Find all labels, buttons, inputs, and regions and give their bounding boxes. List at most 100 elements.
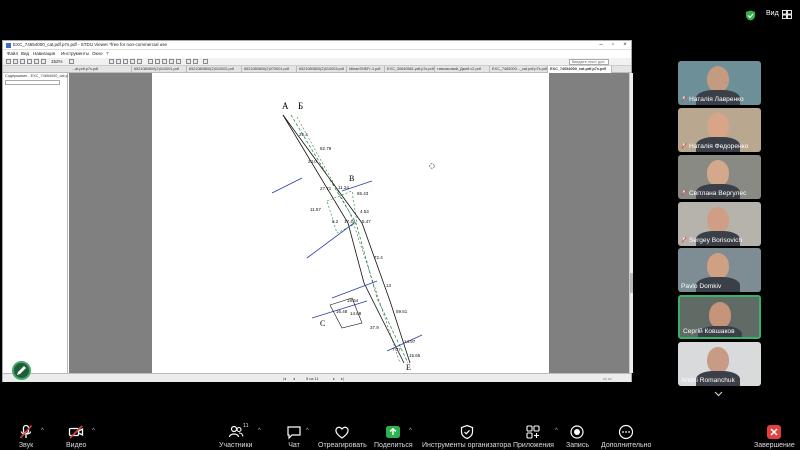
- doc-tab-active[interactable]: EXC_74654000_cat.pdf.p7s.pdf: [548, 66, 612, 73]
- heart-icon: [335, 426, 350, 439]
- dimension-label: 18.54: [347, 298, 359, 303]
- menu-item[interactable]: Инструменты: [61, 51, 89, 56]
- zoom-out-icon[interactable]: [41, 59, 46, 64]
- participants-options-caret[interactable]: ^: [258, 428, 261, 434]
- annotation-tool-button[interactable]: [12, 361, 31, 380]
- last-page-button[interactable]: ▸|: [341, 376, 344, 381]
- search-input[interactable]: Введите текст для поиска: [569, 59, 609, 69]
- doc-tab[interactable]: EXC_7465000..._cat.pdf.p7s.pdf: [490, 66, 548, 73]
- participant-tile[interactable]: Сергій Ковшаков: [678, 295, 761, 339]
- end-meeting-button[interactable]: Завершение: [754, 418, 795, 449]
- participant-tile[interactable]: Наталія Федоренко: [678, 108, 761, 152]
- participant-name: Sergey Borisovich: [681, 237, 742, 244]
- doc-tab[interactable]: MleanSHEFr-1.pdf: [347, 66, 385, 73]
- meeting-window: Вид EXC_74654000_cat.pdf.p7s.pdf - STDU …: [0, 0, 800, 450]
- react-button[interactable]: Отреагировать: [318, 418, 367, 449]
- sidebar-title: Содержание - EXC_74654000_cat.p: [5, 74, 68, 78]
- view-label[interactable]: Вид: [766, 10, 779, 17]
- document-tabs: ...at.pdf.p7s.pdf 6521080800(2)010001.pd…: [3, 66, 631, 73]
- dimension-label: 59.51: [396, 309, 408, 314]
- bookmark-icon[interactable]: [169, 59, 174, 64]
- share-screen-button[interactable]: Поделиться: [374, 418, 413, 449]
- drawing-label: Е: [406, 363, 411, 372]
- select-icon[interactable]: [27, 59, 32, 64]
- share-options-caret[interactable]: ^: [409, 428, 412, 434]
- sidebar-filter-input[interactable]: [5, 80, 60, 85]
- participant-tile[interactable]: Andrii Romanchuk: [678, 342, 761, 386]
- video-button[interactable]: Видео: [66, 418, 86, 449]
- menu-item[interactable]: Вид: [21, 51, 29, 56]
- doc-tab[interactable]: тимчасовий_Джей с2.pdf: [435, 66, 490, 73]
- highlight-icon[interactable]: [186, 59, 191, 64]
- doc-tab[interactable]: 6521080800(2)010001.pdf: [132, 66, 187, 73]
- rotate-icon[interactable]: [137, 59, 142, 64]
- doc-tab[interactable]: ...at.pdf.p7s.pdf: [70, 66, 132, 73]
- zoom-controls[interactable]: ▭ ▭: [603, 376, 612, 381]
- last-page-icon[interactable]: [130, 59, 135, 64]
- dimension-label: 4.53: [360, 209, 369, 214]
- chat-button[interactable]: Чат: [286, 418, 302, 449]
- first-page-button[interactable]: |◂: [283, 376, 286, 381]
- mic-muted-icon: [681, 190, 687, 196]
- menu-item[interactable]: Файл: [7, 51, 18, 56]
- open-icon[interactable]: [6, 59, 11, 64]
- mute-button[interactable]: Звук: [18, 418, 34, 449]
- participant-name: Світлана Вергулес: [681, 190, 746, 197]
- doc-tab[interactable]: 6521080800(2)010003.pdf: [297, 66, 347, 73]
- next-page-button[interactable]: ▸: [333, 376, 335, 381]
- participant-tile[interactable]: Наталія Лавренко: [678, 61, 761, 105]
- dimension-label: 27.71: [320, 186, 332, 191]
- hand-icon[interactable]: [20, 59, 25, 64]
- pencil-icon: [17, 366, 26, 375]
- video-options-caret[interactable]: ^: [92, 428, 95, 434]
- record-button[interactable]: Запись: [566, 418, 589, 449]
- close-icon[interactable]: ×: [620, 41, 630, 50]
- apps-options-caret[interactable]: ^: [555, 428, 558, 434]
- menu-item[interactable]: ?: [106, 51, 109, 56]
- scroll-thumb[interactable]: [630, 273, 633, 293]
- menu-item[interactable]: Навигация: [33, 51, 55, 56]
- participant-tile[interactable]: Pavlo Domkiv: [678, 248, 761, 292]
- facing-icon[interactable]: [162, 59, 167, 64]
- chevron-down-icon[interactable]: [714, 391, 723, 397]
- dimension-label: 11.24: [338, 185, 349, 190]
- prev-page-button[interactable]: ◂: [293, 376, 295, 381]
- view-grid-icon[interactable]: [782, 10, 792, 19]
- next-page-icon[interactable]: [123, 59, 128, 64]
- participant-video: [707, 253, 729, 279]
- maximize-icon[interactable]: ▫: [608, 41, 618, 50]
- app-icon: [6, 43, 11, 48]
- mute-options-caret[interactable]: ^: [41, 428, 44, 434]
- print-icon[interactable]: [13, 59, 18, 64]
- shield-check-icon[interactable]: [745, 10, 756, 21]
- continuous-icon[interactable]: [155, 59, 160, 64]
- doc-tab[interactable]: 6521080800(2)010002.pdf: [187, 66, 242, 73]
- zoom-icon[interactable]: [34, 59, 39, 64]
- doc-tab[interactable]: 6521080800(2)070001.pdf: [242, 66, 297, 73]
- help-icon[interactable]: [203, 59, 208, 64]
- thumbnails-icon[interactable]: [176, 59, 181, 64]
- prev-page-icon[interactable]: [116, 59, 121, 64]
- participant-tile[interactable]: Sergey Borisovich: [678, 202, 761, 246]
- mic-muted-icon: [681, 237, 687, 243]
- first-page-icon[interactable]: [109, 59, 114, 64]
- cross-line: [271, 177, 303, 194]
- chat-options-caret[interactable]: ^: [306, 428, 309, 434]
- zoom-level[interactable]: 152%: [51, 59, 63, 64]
- dimension-label: 14.97: [404, 339, 416, 344]
- annotate-icon[interactable]: [193, 59, 198, 64]
- single-page-icon[interactable]: [148, 59, 153, 64]
- menu-item[interactable]: Окно: [92, 51, 102, 56]
- doc-tab[interactable]: EXC_30640561.pdf.p7s.pdf: [385, 66, 435, 73]
- vertical-scrollbar[interactable]: [629, 73, 633, 373]
- participant-name-text: Сергій Ковшаков: [683, 328, 735, 335]
- participant-name-text: Наталія Федоренко: [689, 143, 749, 150]
- fit-icon[interactable]: [69, 59, 74, 64]
- host-tools-button[interactable]: Инструменты организатора: [422, 418, 511, 449]
- participant-tile[interactable]: Світлана Вергулес: [678, 155, 761, 199]
- page-indicator[interactable]: 5 из 11: [306, 376, 319, 381]
- more-button[interactable]: Дополнительно: [601, 418, 651, 449]
- apps-button[interactable]: Приложения: [513, 418, 554, 449]
- dimension-label: 15.65: [409, 353, 421, 358]
- minimize-icon[interactable]: –: [596, 41, 606, 50]
